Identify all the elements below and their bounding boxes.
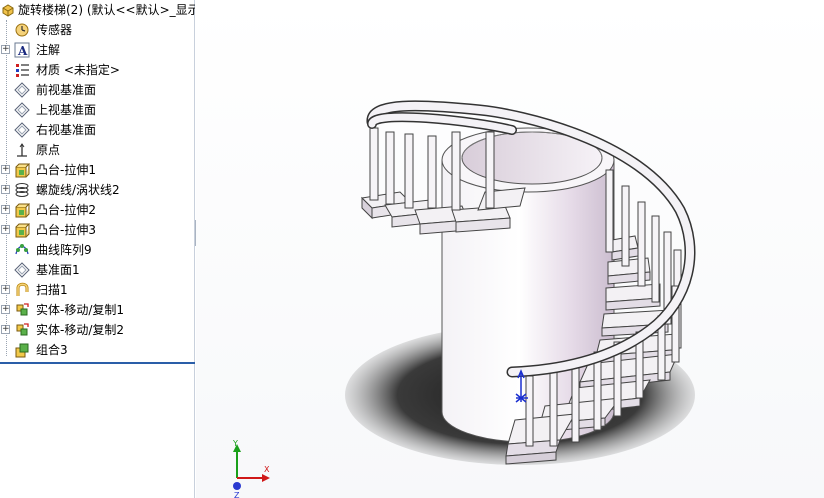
tree-item-label: 组合3	[36, 343, 68, 357]
expand-toggle[interactable]: +	[1, 205, 10, 214]
graphics-viewport[interactable]: Y X Z	[196, 0, 824, 498]
triad-x-label: X	[264, 465, 270, 474]
triad-y-label: Y	[232, 439, 238, 448]
tree-item-label: 凸台-拉伸1	[36, 163, 96, 177]
tree-item[interactable]: + 螺旋线/涡状线2	[0, 180, 195, 200]
expand-toggle[interactable]: +	[1, 165, 10, 174]
tree-root-part[interactable]: 旋转楼梯(2) (默认<<默认>_显示	[0, 0, 195, 20]
tree-item[interactable]: + 扫描1	[0, 280, 195, 300]
tree-item-label: 实体-移动/复制2	[36, 323, 125, 337]
tree-item-label: 材质 <未指定>	[36, 63, 120, 77]
expand-toggle[interactable]: +	[1, 225, 10, 234]
plane-icon	[14, 82, 30, 98]
tree-item-label: 传感器	[36, 23, 73, 37]
tree-item[interactable]: 组合3	[0, 340, 195, 360]
tree-bottom-separator	[0, 362, 195, 364]
tree-item[interactable]: 传感器	[0, 20, 195, 40]
boss-extrude-icon	[15, 223, 30, 238]
tree-item-label: 凸台-拉伸3	[36, 223, 96, 237]
material-icon	[16, 64, 29, 77]
tree-item-label: 实体-移动/复制1	[36, 303, 125, 317]
tree-item[interactable]: 上视基准面	[0, 100, 195, 120]
tree-item[interactable]: + 凸台-拉伸3	[0, 220, 195, 240]
tree-item-label: 原点	[36, 143, 61, 157]
tree-item-label: 注解	[36, 43, 61, 57]
tree-item[interactable]: 原点	[0, 140, 195, 160]
tree-item-label: 曲线阵列9	[36, 243, 92, 257]
reference-triad: Y X Z	[232, 439, 270, 498]
annotation-icon: A	[14, 42, 30, 58]
tree-item-label: 螺旋线/涡状线2	[36, 183, 120, 197]
tree-item[interactable]: + A 注解	[0, 40, 195, 60]
move-copy-icon	[16, 323, 29, 336]
tree-item-label: 上视基准面	[36, 103, 97, 117]
origin-icon	[17, 143, 27, 157]
plane-icon	[14, 102, 30, 118]
triad-z-label: Z	[234, 491, 240, 498]
tree-item[interactable]: 前视基准面	[0, 80, 195, 100]
tree-item[interactable]: + 实体-移动/复制1	[0, 300, 195, 320]
plane-icon	[14, 262, 30, 278]
move-copy-icon	[16, 303, 29, 316]
expand-toggle[interactable]: +	[1, 325, 10, 334]
tree-item[interactable]: + 凸台-拉伸2	[0, 200, 195, 220]
expand-toggle[interactable]: +	[1, 45, 10, 54]
tree-item[interactable]: + 凸台-拉伸1	[0, 160, 195, 180]
boss-extrude-icon	[15, 203, 30, 218]
tree-item[interactable]: 材质 <未指定>	[0, 60, 195, 80]
combine-icon	[15, 343, 29, 358]
sensor-icon	[15, 23, 29, 37]
model-view: Y X Z	[232, 100, 696, 498]
curve-pattern-icon	[15, 244, 29, 255]
tree-item[interactable]: 基准面1	[0, 260, 195, 280]
tree-item[interactable]: + 实体-移动/复制2	[0, 320, 195, 340]
tree-item-label: 扫描1	[36, 283, 68, 297]
tree-item[interactable]: 右视基准面	[0, 120, 195, 140]
part-icon	[2, 4, 14, 17]
tree-item[interactable]: 曲线阵列9	[0, 240, 195, 260]
feature-manager-tree: 旋转楼梯(2) (默认<<默认>_显示 传感器 + A 注解材质 <未指定> 前视基准面…	[0, 0, 195, 498]
expand-toggle[interactable]: +	[1, 185, 10, 194]
tree-item-label: 凸台-拉伸2	[36, 203, 96, 217]
svg-text:A: A	[17, 44, 28, 58]
plane-icon	[14, 122, 30, 138]
tree-item-label: 基准面1	[36, 263, 80, 277]
boss-extrude-icon	[15, 163, 30, 178]
tree-item-label: 右视基准面	[36, 123, 97, 137]
helix-icon	[15, 183, 29, 197]
expand-toggle[interactable]: +	[1, 285, 10, 294]
part-title: 旋转楼梯(2) (默认<<默认>_显示	[18, 3, 195, 17]
sweep-icon	[16, 282, 29, 296]
tree-item-label: 前视基准面	[36, 83, 97, 97]
expand-toggle[interactable]: +	[1, 305, 10, 314]
